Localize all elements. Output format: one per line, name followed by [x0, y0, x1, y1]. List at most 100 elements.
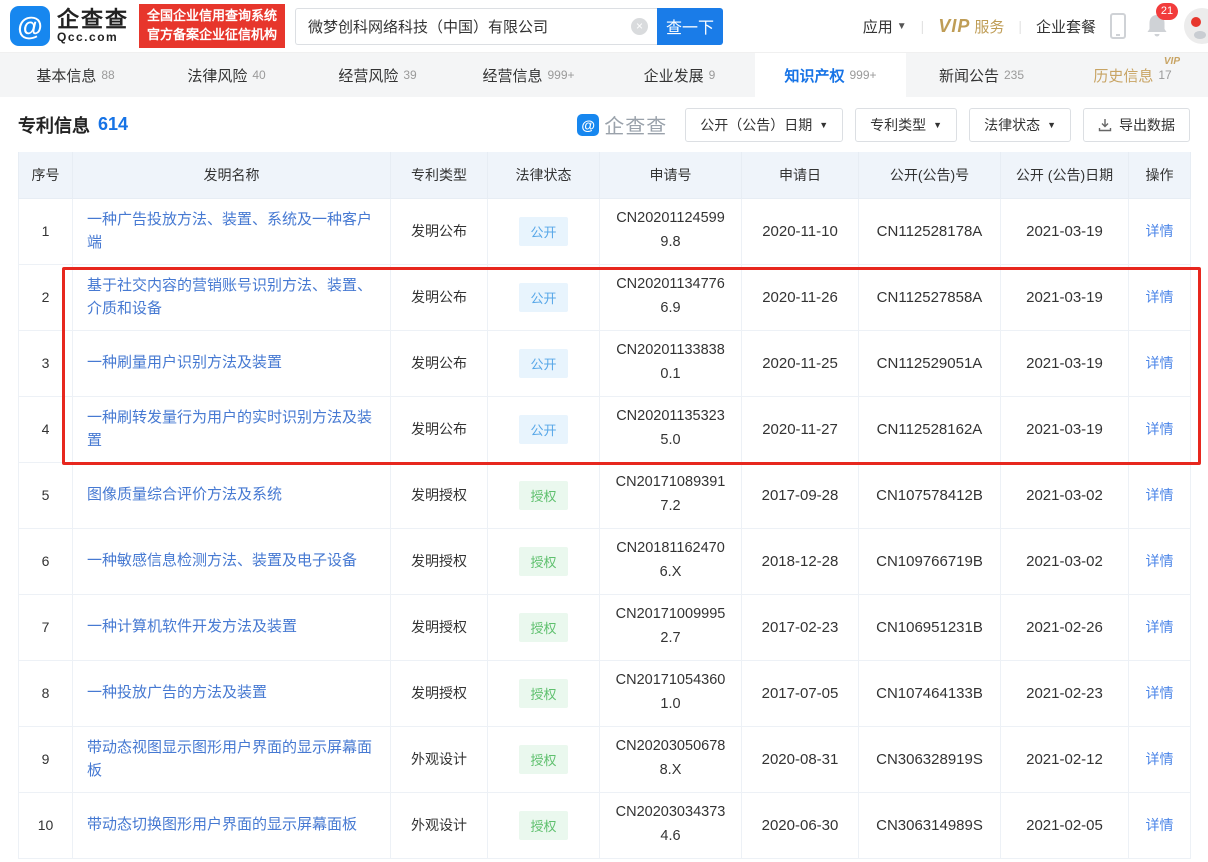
nav-vip-service[interactable]: VIP 服务: [938, 16, 1004, 37]
detail-link[interactable]: 详情: [1146, 355, 1174, 371]
patent-name-link[interactable]: 一种广告投放方法、装置、系统及一种客户端: [87, 211, 372, 251]
tab-basic-info[interactable]: 基本信息 88: [0, 53, 151, 97]
publication-date-cell: 2021-03-02: [1001, 462, 1129, 528]
status-badge: 授权: [519, 679, 567, 708]
nav-apps-dropdown[interactable]: 应用 ▼: [863, 16, 907, 37]
tab-legal-risk[interactable]: 法律风险 40: [151, 53, 302, 97]
patent-name-cell: 一种敏感信息检测方法、装置及电子设备: [73, 528, 391, 594]
search-button[interactable]: 查一下: [657, 8, 723, 45]
patent-name-link[interactable]: 图像质量综合评价方法及系统: [87, 486, 282, 503]
publication-number-cell: CN306314989S: [859, 792, 1001, 858]
top-header: @ 企查查 Qcc.com 全国企业信用查询系统 官方备案企业征信机构 × 查一…: [0, 0, 1208, 53]
tab-company-development[interactable]: 企业发展 9: [604, 53, 755, 97]
patent-type-cell: 发明公布: [391, 330, 488, 396]
action-cell: 详情: [1129, 462, 1191, 528]
mobile-app-icon[interactable]: [1110, 13, 1126, 39]
tab-history-info[interactable]: 历史信息 17 VIP: [1057, 53, 1208, 97]
tab-news-announcements[interactable]: 新闻公告 235: [906, 53, 1057, 97]
tab-operation-risk[interactable]: 经营风险 39: [302, 53, 453, 97]
filter-legal-status[interactable]: 法律状态 ▼: [969, 108, 1071, 142]
row-index: 5: [19, 462, 73, 528]
avatar[interactable]: [1184, 8, 1208, 44]
col-application-no: 申请号: [600, 152, 742, 198]
patent-name-link[interactable]: 基于社交内容的营销账号识别方法、装置、介质和设备: [87, 277, 372, 317]
patent-name-cell: 一种计算机软件开发方法及装置: [73, 594, 391, 660]
patent-type-cell: 发明公布: [391, 396, 488, 462]
application-date-cell: 2017-09-28: [742, 462, 859, 528]
action-cell: 详情: [1129, 396, 1191, 462]
publication-date-cell: 2021-03-02: [1001, 528, 1129, 594]
vip-tag: VIP: [1164, 56, 1180, 67]
detail-link[interactable]: 详情: [1146, 223, 1174, 239]
action-cell: 详情: [1129, 792, 1191, 858]
table-row: 1一种广告投放方法、装置、系统及一种客户端发明公布公开CN20201124599…: [19, 198, 1191, 264]
patent-name-link[interactable]: 一种计算机软件开发方法及装置: [87, 618, 297, 635]
application-date-cell: 2020-11-27: [742, 396, 859, 462]
qcc-watermark-icon: @: [577, 114, 599, 136]
logo-domain: Qcc.com: [57, 31, 129, 44]
action-cell: 详情: [1129, 330, 1191, 396]
status-badge: 授权: [519, 811, 567, 840]
legal-status-cell: 授权: [488, 726, 600, 792]
application-date-cell: 2020-08-31: [742, 726, 859, 792]
patent-name-link[interactable]: 一种刷量用户识别方法及装置: [87, 354, 282, 371]
publication-number-cell: CN107464133B: [859, 660, 1001, 726]
legal-status-cell: 公开: [488, 330, 600, 396]
table-row: 7一种计算机软件开发方法及装置发明授权授权CN20171009995 2.720…: [19, 594, 1191, 660]
patent-name-link[interactable]: 一种敏感信息检测方法、装置及电子设备: [87, 552, 357, 569]
row-index: 10: [19, 792, 73, 858]
status-badge: 授权: [519, 745, 567, 774]
action-cell: 详情: [1129, 726, 1191, 792]
detail-link[interactable]: 详情: [1146, 817, 1174, 833]
notifications[interactable]: 21: [1144, 12, 1170, 40]
search-bar: × 查一下: [295, 8, 723, 45]
tab-operation-info[interactable]: 经营信息 999+: [453, 53, 604, 97]
patent-type-cell: 发明授权: [391, 528, 488, 594]
qcc-logo[interactable]: @ 企查查 Qcc.com: [10, 6, 129, 46]
legal-status-cell: 公开: [488, 198, 600, 264]
status-badge: 授权: [519, 481, 567, 510]
detail-link[interactable]: 详情: [1146, 751, 1174, 767]
publication-date-cell: 2021-03-19: [1001, 264, 1129, 330]
detail-link[interactable]: 详情: [1146, 487, 1174, 503]
patent-name-link[interactable]: 一种刷转发量行为用户的实时识别方法及装置: [87, 409, 372, 449]
table-header: 序号 发明名称 专利类型 法律状态 申请号 申请日 公开(公告)号 公开 (公告…: [19, 152, 1191, 198]
detail-link[interactable]: 详情: [1146, 685, 1174, 701]
patent-type-cell: 发明授权: [391, 594, 488, 660]
col-invention-name: 发明名称: [73, 152, 391, 198]
nav-enterprise-package[interactable]: 企业套餐: [1036, 16, 1096, 37]
table-row: 6一种敏感信息检测方法、装置及电子设备发明授权授权CN20181162470 6…: [19, 528, 1191, 594]
detail-link[interactable]: 详情: [1146, 553, 1174, 569]
header-right-nav: 应用 ▼ | VIP 服务 | 企业套餐 21: [863, 8, 1194, 44]
publication-number-cell: CN106951231B: [859, 594, 1001, 660]
table-row: 9带动态视图显示图形用户界面的显示屏幕面板外观设计授权CN20203050678…: [19, 726, 1191, 792]
certification-line1: 全国企业信用查询系统: [147, 7, 277, 26]
patent-name-link[interactable]: 带动态视图显示图形用户界面的显示屏幕面板: [87, 739, 372, 779]
table-row: 5图像质量综合评价方法及系统发明授权授权CN20171089391 7.2201…: [19, 462, 1191, 528]
filter-publication-date[interactable]: 公开（公告）日期 ▼: [685, 108, 843, 142]
publication-number-cell: CN112528178A: [859, 198, 1001, 264]
publication-date-cell: 2021-03-19: [1001, 330, 1129, 396]
patent-name-link[interactable]: 带动态切换图形用户界面的显示屏幕面板: [87, 816, 357, 833]
detail-link[interactable]: 详情: [1146, 421, 1174, 437]
application-number-cell: CN20181162470 6.X: [600, 528, 742, 594]
detail-link[interactable]: 详情: [1146, 619, 1174, 635]
certification-line2: 官方备案企业征信机构: [147, 26, 277, 45]
table-body: 1一种广告投放方法、装置、系统及一种客户端发明公布公开CN20201124599…: [19, 198, 1191, 858]
patent-name-link[interactable]: 一种投放广告的方法及装置: [87, 684, 267, 701]
clear-search-icon[interactable]: ×: [631, 18, 648, 35]
publication-number-cell: CN306328919S: [859, 726, 1001, 792]
legal-status-cell: 公开: [488, 264, 600, 330]
section-header: 专利信息 614 @ 企查查 公开（公告）日期 ▼ 专利类型 ▼ 法律状态 ▼: [18, 97, 1190, 152]
col-patent-type: 专利类型: [391, 152, 488, 198]
legal-status-cell: 授权: [488, 594, 600, 660]
patent-name-cell: 一种刷转发量行为用户的实时识别方法及装置: [73, 396, 391, 462]
detail-link[interactable]: 详情: [1146, 289, 1174, 305]
tab-intellectual-property[interactable]: 知识产权 999+: [755, 53, 906, 97]
search-input[interactable]: [295, 8, 657, 45]
filter-patent-type[interactable]: 专利类型 ▼: [855, 108, 957, 142]
export-data-button[interactable]: 导出数据: [1083, 108, 1190, 142]
application-number-cell: CN20203034373 4.6: [600, 792, 742, 858]
application-number-cell: CN20203050678 8.X: [600, 726, 742, 792]
patent-name-cell: 一种广告投放方法、装置、系统及一种客户端: [73, 198, 391, 264]
